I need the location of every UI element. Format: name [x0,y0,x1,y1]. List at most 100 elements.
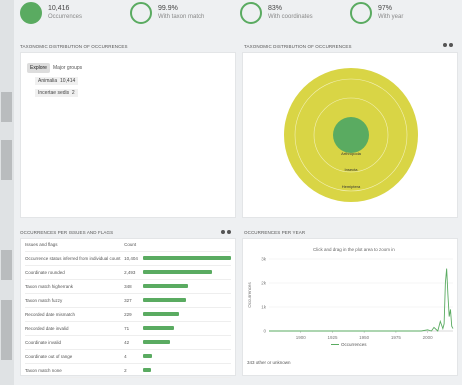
issue-label: Coordinate invalid [25,335,125,350]
table-row[interactable]: Taxon match fuzzy 327 [25,293,231,308]
issue-label: Coordinate out of range [25,349,125,364]
legend-swatch [331,344,339,346]
taxon-count: 2 [71,90,75,96]
tab-explore[interactable]: Explore [27,63,50,73]
stat-value: 97% [378,5,393,12]
issue-count: 327 [124,293,143,308]
issue-bar [143,326,175,330]
stat-label: With coordinates [268,14,313,20]
issue-count: 2 [124,363,143,378]
dataset-metrics-page: 10,416 Occurrences 99.9% With taxon matc… [0,0,462,385]
x-tick-label: 1925 [327,335,338,340]
column-header-issue[interactable]: Issues and flags [25,239,125,252]
issue-bar-cell [143,321,231,336]
taxonomic-tabs: Explore Major groups [27,63,85,73]
issue-bar [143,284,188,288]
table-row[interactable]: Coordinate out of range 4 [25,349,231,364]
issue-label: Coordinate rounded [25,265,125,280]
issue-bar-cell [143,251,231,266]
legend-label: Occurrences [341,342,367,347]
sunburst-label-insecta: Insecta [344,167,358,172]
issue-label: Recorded date mismatch [25,307,125,322]
issue-bar [143,270,212,274]
y-tick-label: 1k [261,305,267,310]
issue-bar [143,256,231,260]
stat-label: With year [378,14,404,20]
zoom-hint: Click and drag in the plot area to zoom … [313,247,395,252]
series-line-occurrences [269,268,454,332]
stat-label: With taxon match [158,14,205,20]
issue-bar-cell [143,363,231,378]
stat-value: 10,416 [48,5,70,12]
stat-coordinates: 83% With coordinates [240,0,350,26]
sunburst-label-hemiptera: Hemiptera [341,184,361,189]
sunburst-label-arthropoda: Arthropoda [341,151,361,156]
issue-bar [143,368,151,372]
issue-bar [143,354,153,358]
issue-label: Taxon match none [25,363,125,378]
issue-bar-cell [143,307,231,322]
issue-count: 42 [124,335,143,350]
issue-bar-cell [143,349,231,364]
taxon-item-incertae-sedis[interactable]: Incertae sedis 2 [35,89,78,97]
taxon-count: 10,414 [59,78,76,84]
issues-table: Issues and flags Count Occurrence status… [25,239,231,378]
thumbnail[interactable] [1,92,12,122]
stat-label: Occurrences [48,14,83,20]
issue-bar [143,340,171,344]
panel-menu [443,43,453,47]
y-axis-label: Occurrences [247,281,252,307]
stat-occurrences: 10,416 Occurrences [20,0,130,26]
progress-ring-icon [20,2,42,24]
taxon-label: Incertae sedis [38,90,70,96]
sunburst-center[interactable] [333,117,369,153]
issue-count: 4 [124,349,143,364]
summary-stats: 10,416 Occurrences 99.9% With taxon matc… [20,0,462,26]
column-header-count[interactable]: Count [124,239,143,252]
progress-ring-icon [240,2,262,24]
issue-bar-cell [143,335,231,350]
chart-legend[interactable]: Occurrences [331,342,367,347]
x-tick-label: 1900 [296,335,307,340]
progress-ring-icon [130,2,152,24]
stat-year: 97% With year [350,0,460,26]
taxon-label: Animalia [38,78,58,84]
y-tick-label: 0 [263,329,266,334]
table-row[interactable]: Taxon match none 2 [25,363,231,378]
issue-bar-cell [143,293,231,308]
year-panel: Click and drag in the plot area to zoom … [242,238,458,376]
table-row[interactable]: Coordinate invalid 42 [25,335,231,350]
year-panel-title: Occurrences per year [244,230,306,235]
table-row[interactable]: Recorded date mismatch 229 [25,307,231,322]
sunburst-panel-title: Taxonomic distribution of occurrences [244,44,352,49]
taxonomic-panel-title: Taxonomic distribution of occurrences [20,44,128,49]
table-row[interactable]: Taxon match higherrank 348 [25,279,231,294]
camera-icon[interactable] [443,43,447,47]
sunburst-chart [284,68,418,202]
issues-panel: Issues and flags Count Occurrence status… [20,238,236,378]
issue-bar [143,312,180,316]
table-row[interactable]: Occurrence status inferred from individu… [25,251,231,266]
table-row[interactable]: Coordinate rounded 2,493 [25,265,231,280]
table-row[interactable]: Recorded date invalid 71 [25,321,231,336]
issue-count: 2,493 [124,265,143,280]
y-tick-label: 2k [261,281,267,286]
issue-label: Occurrence status inferred from individu… [25,251,125,266]
issues-panel-menu [221,230,231,234]
issue-label: Taxon match higherrank [25,279,125,294]
x-tick-label: 1950 [359,335,370,340]
thumbnail[interactable] [1,300,12,360]
camera-icon[interactable] [221,230,225,234]
column-header-bar [143,239,231,252]
issue-count: 348 [124,279,143,294]
issues-panel-title: Occurrences per issues and flags [20,230,114,235]
menu-icon[interactable] [227,230,231,234]
menu-icon[interactable] [449,43,453,47]
thumbnail[interactable] [1,140,12,180]
issue-bar-cell [143,265,231,280]
tab-major-groups[interactable]: Major groups [50,63,85,73]
stat-value: 83% [268,5,283,12]
thumbnail[interactable] [1,250,12,280]
taxon-item-animalia[interactable]: Animalia 10,414 [35,77,79,85]
unknown-year-note: 343 other or unknown [247,360,291,365]
